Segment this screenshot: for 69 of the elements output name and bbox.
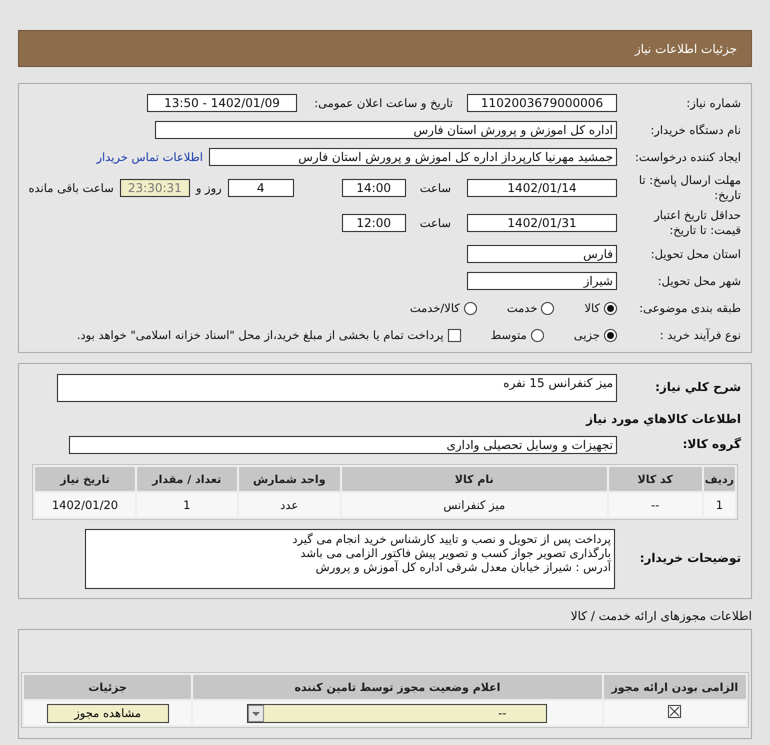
radio-button[interactable] [604, 302, 617, 314]
field-label: حداقل تاریخ اعتبار قیمت: تا تاریخ: [652, 208, 741, 238]
field-label: استان محل تحویل: [650, 246, 741, 262]
column-header: اعلام وضعیت مجوز توسط تامین کننده [193, 675, 602, 699]
field-label: شماره نیاز: [685, 96, 741, 110]
radio-label: کالا/خدمت [410, 301, 460, 315]
select-value: -- [498, 706, 506, 720]
field-label: تاریخ و ساعت اعلان عمومی: [313, 96, 453, 110]
field-label: نوع فرآیند خرید : [658, 328, 741, 342]
field-label: مهلت ارسال پاسخ: تا تاریخ: [638, 173, 741, 203]
field-label: ساعت [420, 216, 451, 230]
view-license-button[interactable]: مشاهده مجوز [46, 704, 169, 722]
checkbox-label: پرداخت تمام یا بخشی از مبلغ خرید،از محل "اسناد خزانه اسلامی" خواهد بود. [76, 328, 444, 342]
radio-label: متوسط [490, 328, 527, 342]
checkbox[interactable] [668, 705, 682, 718]
page-header: جزئیات اطلاعات نیاز [18, 30, 752, 67]
notes-line: پرداخت پس از تحویل و نصب و تایید کارشناس خرید انجام می گیرد [291, 532, 611, 546]
column-header: تاریخ نیاز [35, 467, 135, 491]
table-cell: 1 [704, 493, 735, 517]
radio-button[interactable] [604, 328, 617, 342]
radio-button[interactable] [530, 328, 544, 342]
field-label: ایجاد کننده درخواست: [634, 150, 741, 164]
description-field: میز کنفرانس 15 نفره [57, 374, 617, 402]
table-cell: عدد [238, 493, 340, 517]
table-cell: 1 [136, 493, 237, 517]
radio-button[interactable] [541, 302, 554, 314]
section-title: اطلاعات کالاهاي مورد نياز [584, 412, 741, 426]
field-label: ساعت [420, 181, 451, 195]
field-label: شرح کلي نياز: [654, 380, 741, 396]
deadline-time-field: 14:00 [342, 179, 406, 197]
contact-link[interactable]: اطلاعات تماس خریدار [96, 150, 203, 164]
field-label: گروه کالا: [682, 437, 741, 453]
radio-label: کالا [584, 301, 600, 315]
days-field: 4 [228, 179, 294, 197]
column-header: الزامی بودن ارائه مجوز [604, 675, 746, 699]
field-label: توضیحات خریدار: [638, 551, 741, 567]
notes-line: آدرس : شیراز خیابان معدل شرقی اداره کل آموزش و پرورش [314, 560, 611, 574]
radio-label: خدمت [506, 301, 538, 315]
field-label: نام دستگاه خریدار: [649, 122, 741, 138]
city-field: شیراز [467, 272, 617, 290]
radio-button[interactable] [464, 302, 477, 314]
buyer-field: اداره کل اموزش و پرورش استان فارس [155, 121, 617, 139]
announce-date-field: 1402/01/09 - 13:50 [147, 94, 297, 112]
checkbox[interactable] [448, 328, 461, 342]
column-header: واحد شمارش [238, 467, 340, 491]
table-cell: میز کنفرانس [342, 493, 607, 517]
column-header: ردیف [704, 467, 735, 491]
status-select[interactable]: -- [247, 704, 548, 722]
notes-line: بارگذاری تصویر جواز کسب و تصویر پیش فاکتور الزامی می باشد [299, 546, 611, 560]
column-header: جزئیات [24, 675, 192, 699]
field-label: طبقه بندی موضوعی: [638, 300, 741, 316]
need-number-field: 1102003679000006 [467, 94, 617, 112]
deadline-date-field: 1402/01/14 [467, 179, 617, 197]
column-header: نام کالا [342, 467, 607, 491]
remaining-time-field: 23:30:31 [120, 179, 190, 197]
province-field: فارس [467, 245, 617, 263]
column-header: کد کالا [608, 467, 702, 491]
validity-date-field: 1402/01/31 [467, 214, 617, 232]
field-label: ساعت باقی مانده [28, 181, 114, 195]
group-field: تجهیزات و وسایل تحصیلی واداری [69, 436, 617, 454]
requester-field: جمشید مهرنیا کارپرداز اداره کل اموزش و پرورش استان فارس [209, 148, 617, 166]
validity-time-field: 12:00 [342, 214, 406, 232]
table-cell: -- [608, 493, 702, 517]
table-cell: 1402/01/20 [35, 493, 135, 517]
column-header: تعداد / مقدار [136, 467, 237, 491]
field-label: شهر محل تحویل: [656, 274, 741, 288]
radio-label: جزیی [574, 328, 600, 342]
section-title: اطلاعات مجوزهای ارائه خدمت / کالا [570, 609, 752, 623]
field-label: روز و [196, 181, 222, 195]
